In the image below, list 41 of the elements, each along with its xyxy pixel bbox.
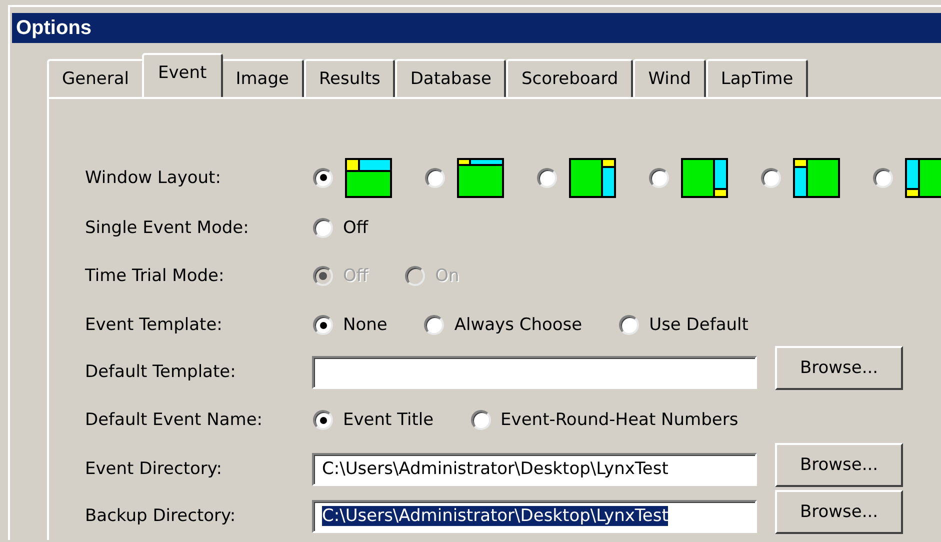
window-layout-icon: [345, 158, 392, 198]
radio-button[interactable]: [761, 168, 781, 188]
tab[interactable]: Image: [220, 59, 304, 97]
field-label: Default Event Name:: [85, 410, 264, 430]
window-title: Options: [12, 13, 941, 43]
path-input-field[interactable]: C:\Users\Administrator\Desktop\LynxTest: [312, 500, 757, 532]
window-layout-icon: [681, 158, 728, 198]
tab[interactable]: Scoreboard: [506, 59, 634, 97]
field-label: Time Trial Mode:: [85, 266, 226, 286]
radio-button[interactable]: [425, 168, 445, 188]
radio-option[interactable]: Use Default: [618, 315, 748, 335]
path-input-field[interactable]: [312, 356, 757, 388]
field-label: Window Layout:: [85, 168, 222, 188]
tab[interactable]: Event: [142, 53, 223, 97]
browse-button[interactable]: Browse...: [775, 346, 903, 390]
tab[interactable]: LapTime: [706, 59, 808, 97]
tab[interactable]: Results: [304, 59, 396, 97]
radio-option[interactable]: Event Title: [312, 410, 434, 430]
radio-button[interactable]: [537, 168, 557, 188]
tab[interactable]: Wind: [633, 59, 706, 97]
radio-option[interactable]: Event-Round-Heat Numbers: [470, 410, 738, 430]
field-label: Event Directory:: [85, 459, 223, 479]
radio-button[interactable]: [313, 168, 333, 188]
field-label: Backup Directory:: [85, 506, 237, 526]
browse-button[interactable]: Browse...: [775, 490, 903, 534]
tab[interactable]: General: [47, 59, 144, 97]
window-layout-icon: [457, 158, 504, 198]
browse-button[interactable]: Browse...: [775, 443, 903, 487]
radio-option[interactable]: Off: [312, 218, 368, 238]
path-input-field[interactable]: C:\Users\Administrator\Desktop\LynxTest: [312, 452, 757, 486]
field-label: Event Template:: [85, 315, 224, 335]
window-layout-icon: [793, 158, 840, 198]
window-layout-icon: [905, 158, 941, 198]
field-label: Default Template:: [85, 362, 237, 382]
radio-option[interactable]: None: [312, 315, 388, 335]
field-label: Single Event Mode:: [85, 218, 250, 238]
radio-button[interactable]: [649, 168, 669, 188]
tab[interactable]: Database: [395, 59, 506, 97]
radio-button[interactable]: [873, 168, 893, 188]
radio-option[interactable]: Always Choose: [423, 315, 582, 335]
window-layout-icon: [569, 158, 616, 198]
